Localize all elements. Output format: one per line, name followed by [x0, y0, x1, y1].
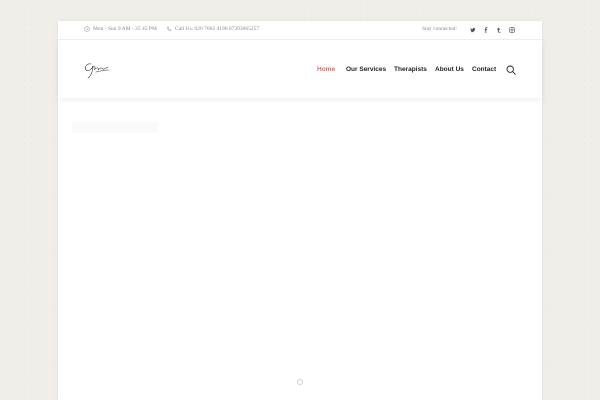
twitter-icon[interactable] [466, 25, 479, 35]
stay-connected-label: Stay connected: [422, 26, 457, 32]
nav-therapists[interactable]: Therapists [394, 66, 427, 73]
clock-icon [84, 26, 90, 32]
top-bar: Mon - Sun 9 AM - 25 45 PM Call Us: 020 7… [58, 21, 542, 40]
facebook-icon[interactable] [479, 25, 492, 35]
stay-connected-text: Stay connected: [422, 26, 457, 32]
social-links [466, 25, 518, 35]
loading-indicator-icon [297, 379, 303, 385]
phone-info: Call Us: 020 7602 4196 07393065257 [166, 26, 259, 32]
site-header: Home Our Services Therapists About Us Co… [58, 40, 542, 98]
nav-contact[interactable]: Contact [472, 66, 496, 73]
nav-about-us[interactable]: About Us [435, 66, 464, 73]
signature-logo[interactable] [82, 58, 112, 80]
search-icon[interactable] [506, 65, 516, 75]
tumblr-icon[interactable] [492, 25, 505, 35]
instagram-icon[interactable] [505, 25, 518, 35]
content-placeholder [72, 122, 158, 133]
phone-text[interactable]: Call Us: 020 7602 4196 07393065257 [175, 26, 259, 32]
phone-icon [166, 26, 172, 32]
opening-hours-text: Mon - Sun 9 AM - 25 45 PM [93, 26, 157, 32]
nav-home[interactable]: Home [317, 66, 335, 73]
opening-hours: Mon - Sun 9 AM - 25 45 PM [84, 26, 157, 32]
page-container: Mon - Sun 9 AM - 25 45 PM Call Us: 020 7… [58, 21, 542, 400]
nav-our-services[interactable]: Our Services [346, 66, 386, 73]
